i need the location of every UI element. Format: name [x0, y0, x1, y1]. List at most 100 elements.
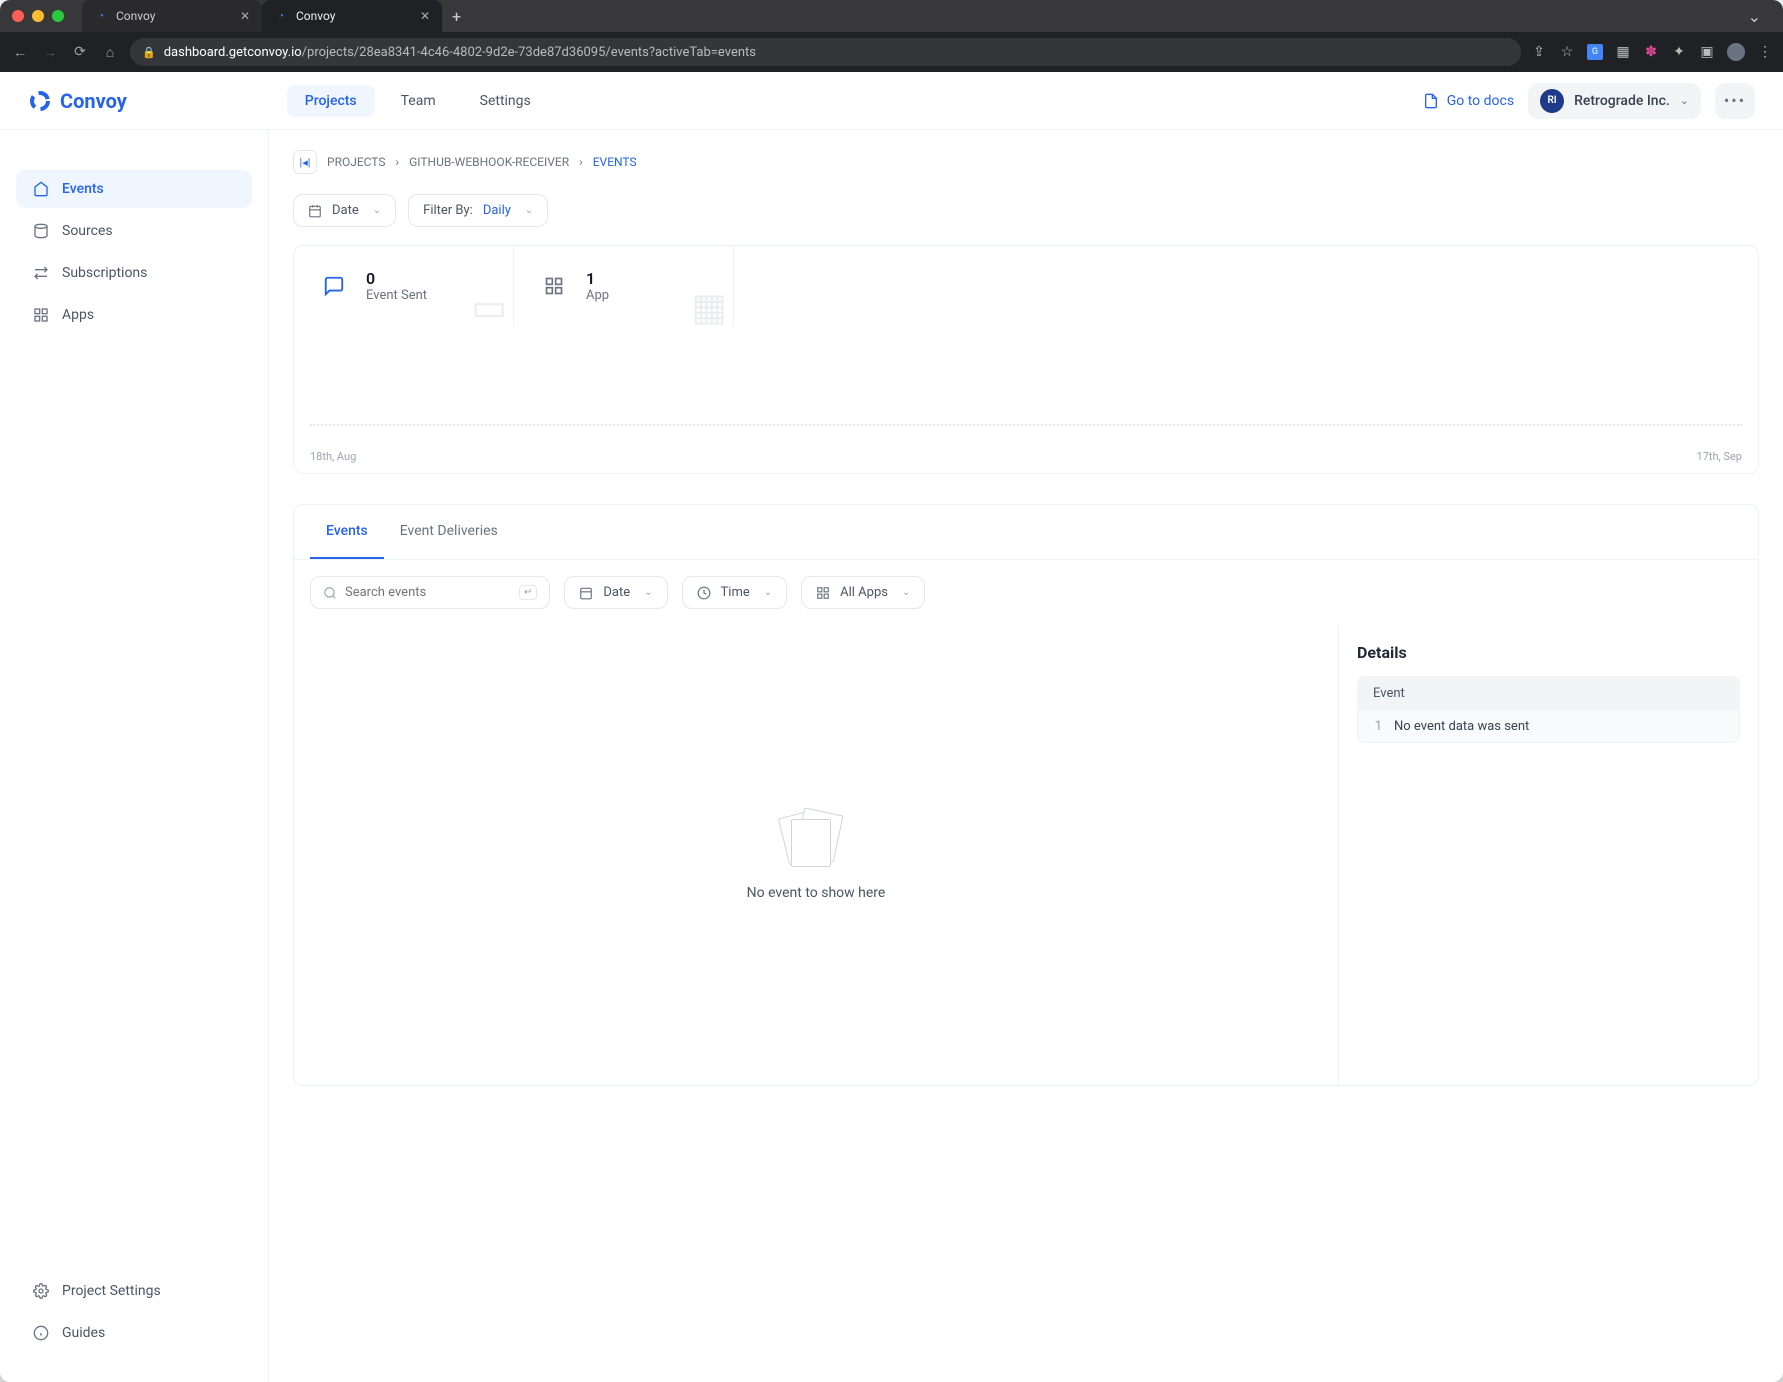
sidebar-item-events[interactable]: Events [16, 170, 252, 208]
extension-star-icon[interactable]: ✽ [1643, 44, 1659, 60]
events-date-filter[interactable]: Date ⌄ [564, 576, 667, 609]
extensions-menu-icon[interactable]: ✦ [1671, 44, 1687, 60]
brand-logo[interactable]: Convoy [28, 89, 127, 113]
breadcrumb: |◂| PROJECTS › GITHUB-WEBHOOK-RECEIVER ›… [269, 130, 1783, 194]
code-content: No event data was sent [1390, 711, 1533, 742]
sidebar-item-label: Events [62, 181, 104, 197]
sidebar-item-sources[interactable]: Sources [16, 212, 252, 250]
main-content: |◂| PROJECTS › GITHUB-WEBHOOK-RECEIVER ›… [268, 130, 1783, 1382]
nav-team[interactable]: Team [383, 85, 454, 117]
chevron-down-icon: ⌄ [764, 587, 772, 598]
events-card: Events Event Deliveries ↵ Date ⌄ [293, 504, 1759, 1086]
header-more-button[interactable]: ••• [1715, 83, 1755, 119]
details-tab-event[interactable]: Event [1357, 676, 1740, 711]
filterby-label: Filter By: [423, 203, 473, 218]
chart-baseline [310, 424, 1742, 426]
calendar-icon [579, 586, 593, 600]
search-events[interactable]: ↵ [310, 576, 550, 609]
sidebar-item-subscriptions[interactable]: Subscriptions [16, 254, 252, 292]
stat-events-sent: 0 Event Sent ▭ [294, 246, 514, 326]
chevron-down-icon: ⌄ [902, 587, 910, 598]
details-code-block: 1 No event data was sent [1357, 711, 1740, 743]
code-line-number: 1 [1358, 711, 1390, 742]
org-avatar: RI [1540, 89, 1564, 113]
date-filter-button[interactable]: Date ⌄ [293, 194, 396, 227]
docs-link-label: Go to docs [1447, 93, 1514, 109]
sidebar: Events Sources Subscriptions Apps [0, 130, 268, 1382]
grid-icon [816, 586, 830, 600]
calendar-icon [308, 204, 322, 218]
grid-icon [540, 272, 568, 300]
back-icon[interactable]: ← [10, 44, 30, 61]
tab-title: Convoy [116, 9, 155, 23]
profile-avatar-icon[interactable] [1727, 43, 1745, 61]
browser-tab-active[interactable]: ◔ Convoy ✕ [262, 0, 442, 32]
close-tab-icon[interactable]: ✕ [420, 9, 430, 23]
grid-icon [32, 306, 50, 324]
stat-app-label: App [586, 288, 609, 303]
date-filter-label: Date [332, 203, 359, 218]
home-icon[interactable]: ⌂ [100, 44, 120, 61]
events-time-label: Time [721, 585, 750, 600]
reload-icon[interactable]: ⟳ [70, 44, 90, 60]
chevron-right-icon: › [579, 155, 583, 169]
url-bar[interactable]: 🔒 dashboard.getconvoy.io/projects/28ea83… [130, 38, 1521, 66]
mac-zoom-dot[interactable] [52, 10, 64, 22]
breadcrumb-events[interactable]: EVENTS [593, 155, 637, 169]
enter-key-hint-icon: ↵ [519, 585, 537, 600]
breadcrumb-toggle-icon[interactable]: |◂| [293, 150, 317, 174]
forward-icon[interactable]: → [40, 44, 60, 61]
events-apps-filter[interactable]: All Apps ⌄ [801, 576, 925, 609]
mac-titlebar: ◔ Convoy ✕ ◔ Convoy ✕ + ⌄ [0, 0, 1783, 32]
mac-close-dot[interactable] [12, 10, 24, 22]
chevron-down-icon: ⌄ [644, 587, 652, 598]
stat-app-count: 1 [586, 269, 609, 288]
browser-tab[interactable]: ◔ Convoy ✕ [82, 0, 262, 32]
filterby-value: Daily [483, 203, 511, 218]
filterby-button[interactable]: Filter By: Daily ⌄ [408, 194, 548, 227]
message-icon [320, 272, 348, 300]
extension-icon[interactable]: ▦ [1615, 44, 1631, 60]
extension-translate-icon[interactable]: G [1587, 44, 1603, 60]
new-tab-button[interactable]: + [442, 0, 471, 32]
events-time-filter[interactable]: Time ⌄ [682, 576, 788, 609]
sidebar-item-label: Project Settings [62, 1283, 161, 1299]
events-date-label: Date [603, 585, 630, 600]
tab-event-deliveries[interactable]: Event Deliveries [384, 505, 514, 559]
bookmark-icon[interactable]: ☆ [1559, 44, 1575, 60]
tab-events[interactable]: Events [310, 505, 384, 559]
browser-menu-icon[interactable]: ⋮ [1757, 44, 1773, 60]
tabs-dropdown-icon[interactable]: ⌄ [1738, 0, 1771, 32]
url-host: dashboard.getconvoy.io [164, 45, 302, 60]
chevron-down-icon: ⌄ [525, 205, 533, 216]
sidebar-item-guides[interactable]: Guides [16, 1314, 252, 1352]
sidebar-item-label: Sources [62, 223, 113, 239]
go-to-docs-link[interactable]: Go to docs [1423, 93, 1514, 109]
database-icon [32, 222, 50, 240]
share-icon[interactable]: ⇪ [1531, 44, 1547, 60]
home-icon [32, 180, 50, 198]
panel-icon[interactable]: ▣ [1699, 44, 1715, 60]
org-selector[interactable]: RI Retrograde Inc. ⌄ [1528, 83, 1701, 119]
sidebar-item-apps[interactable]: Apps [16, 296, 252, 334]
mac-minimize-dot[interactable] [32, 10, 44, 22]
sidebar-item-project-settings[interactable]: Project Settings [16, 1272, 252, 1310]
empty-illustration-icon [781, 809, 851, 869]
dots-horizontal-icon: ••• [1724, 91, 1746, 110]
gear-icon [32, 1282, 50, 1300]
breadcrumb-project[interactable]: GITHUB-WEBHOOK-RECEIVER [409, 155, 569, 169]
brand-name: Convoy [60, 89, 127, 113]
grid-bg-icon: ▦ [691, 285, 727, 330]
search-events-input[interactable] [345, 585, 511, 600]
convoy-logo-icon [28, 89, 52, 113]
events-empty-state: No event to show here [294, 625, 1338, 1085]
breadcrumb-projects[interactable]: PROJECTS [327, 155, 386, 169]
tab-favicon-icon: ◔ [94, 9, 108, 23]
nav-settings[interactable]: Settings [462, 85, 549, 117]
chart-start-date: 18th, Aug [310, 450, 356, 463]
nav-projects[interactable]: Projects [287, 85, 375, 117]
events-apps-label: All Apps [840, 585, 888, 600]
tab-title: Convoy [296, 9, 335, 23]
close-tab-icon[interactable]: ✕ [240, 9, 250, 23]
sidebar-item-label: Guides [62, 1325, 105, 1341]
